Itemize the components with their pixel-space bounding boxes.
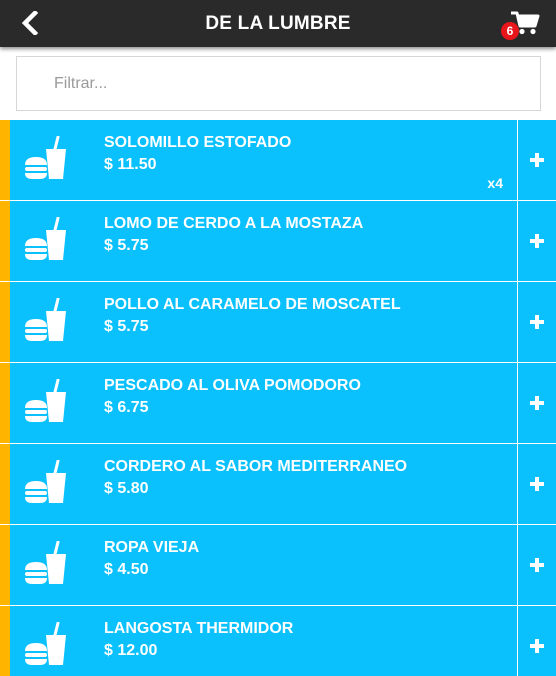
add-to-cart-button[interactable] bbox=[518, 525, 556, 605]
add-to-cart-button[interactable] bbox=[518, 120, 556, 200]
burger-drink-icon bbox=[25, 298, 66, 341]
product-price: $ 5.75 bbox=[104, 237, 149, 254]
product-row[interactable]: LANGOSTA THERMIDOR $ 12.00 bbox=[0, 606, 556, 676]
plus-icon bbox=[530, 639, 544, 653]
row-accent-bar bbox=[0, 363, 10, 443]
plus-icon bbox=[530, 315, 544, 329]
row-accent-bar bbox=[0, 120, 10, 200]
product-name: LOMO DE CERDO A LA MOSTAZA bbox=[104, 215, 364, 232]
plus-icon bbox=[530, 234, 544, 248]
plus-icon bbox=[530, 477, 544, 491]
product-row[interactable]: POLLO AL CARAMELO DE MOSCATEL $ 5.75 bbox=[0, 282, 556, 363]
plus-icon bbox=[530, 396, 544, 410]
product-name: LANGOSTA THERMIDOR bbox=[104, 620, 294, 637]
product-name: CORDERO AL SABOR MEDITERRANEO bbox=[104, 458, 408, 475]
burger-drink-icon bbox=[25, 379, 66, 422]
product-price: $ 4.50 bbox=[104, 561, 149, 578]
filter-input[interactable] bbox=[17, 57, 540, 110]
burger-drink-icon bbox=[25, 217, 66, 260]
plus-icon bbox=[530, 153, 544, 167]
burger-drink-icon bbox=[25, 136, 66, 179]
product-name: POLLO AL CARAMELO DE MOSCATEL bbox=[104, 296, 401, 313]
product-name: PESCADO AL OLIVA POMODORO bbox=[104, 377, 361, 394]
burger-drink-icon bbox=[25, 460, 66, 503]
product-price: $ 5.75 bbox=[104, 318, 149, 335]
cart-count-badge: 6 bbox=[501, 22, 519, 40]
product-row[interactable]: CORDERO AL SABOR MEDITERRANEO $ 5.80 bbox=[0, 444, 556, 525]
product-row[interactable]: PESCADO AL OLIVA POMODORO $ 6.75 bbox=[0, 363, 556, 444]
product-name: ROPA VIEJA bbox=[104, 539, 200, 556]
add-to-cart-button[interactable] bbox=[518, 606, 556, 676]
product-row[interactable]: SOLOMILLO ESTOFADO $ 11.50 x4 bbox=[0, 120, 556, 201]
product-price: $ 5.80 bbox=[104, 480, 149, 497]
plus-icon bbox=[530, 558, 544, 572]
top-bar: DE LA LUMBRE bbox=[0, 0, 556, 47]
page-title: DE LA LUMBRE bbox=[205, 12, 351, 34]
row-accent-bar bbox=[0, 282, 10, 362]
add-to-cart-button[interactable] bbox=[518, 363, 556, 443]
row-accent-bar bbox=[0, 201, 10, 281]
row-accent-bar bbox=[0, 606, 10, 676]
product-price: $ 6.75 bbox=[104, 399, 149, 416]
burger-drink-icon bbox=[25, 622, 66, 665]
filter-box bbox=[16, 56, 541, 111]
row-accent-bar bbox=[0, 525, 10, 605]
product-price: $ 12.00 bbox=[104, 642, 158, 659]
row-accent-bar bbox=[0, 444, 10, 524]
add-to-cart-button[interactable] bbox=[518, 282, 556, 362]
product-row[interactable]: LOMO DE CERDO A LA MOSTAZA $ 5.75 bbox=[0, 201, 556, 282]
add-to-cart-button[interactable] bbox=[518, 444, 556, 524]
product-row[interactable]: ROPA VIEJA $ 4.50 bbox=[0, 525, 556, 606]
burger-drink-icon bbox=[25, 541, 66, 584]
product-list: SOLOMILLO ESTOFADO $ 11.50 x4 LOMO DE CE… bbox=[0, 120, 556, 676]
add-to-cart-button[interactable] bbox=[518, 201, 556, 281]
product-price: $ 11.50 bbox=[104, 156, 157, 173]
product-quantity: x4 bbox=[487, 175, 503, 191]
product-name: SOLOMILLO ESTOFADO bbox=[104, 134, 292, 151]
